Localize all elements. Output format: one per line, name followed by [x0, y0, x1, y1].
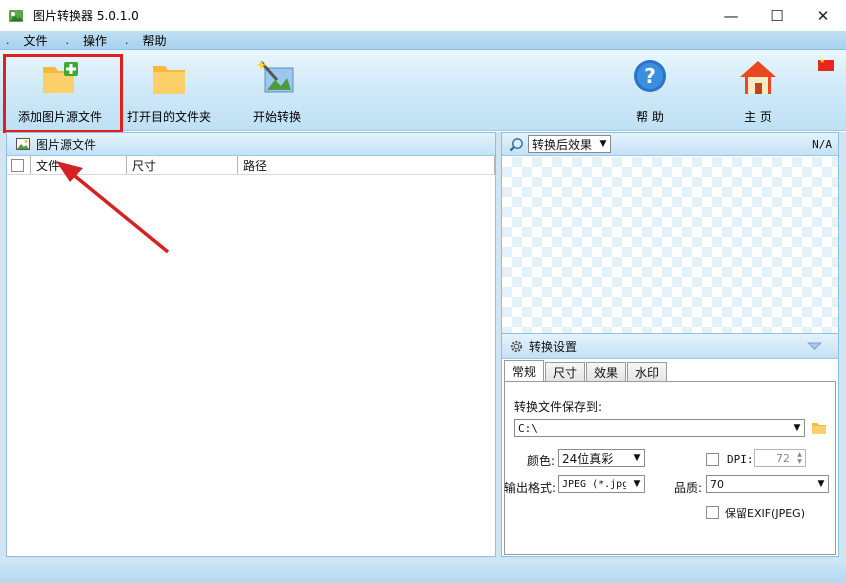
dpi-label: DPI: — [727, 453, 754, 466]
format-label: 输出格式: — [504, 481, 557, 495]
save-to-label: 转换文件保存到: — [514, 400, 603, 414]
preview-mode-select[interactable]: 转换后效果 ▼ — [528, 135, 612, 153]
home-icon — [740, 61, 776, 94]
tab-watermark[interactable]: 水印 — [627, 362, 668, 381]
preview-status: N/A — [812, 137, 832, 151]
zoom-icon — [509, 137, 523, 151]
general-tab-content: 转换文件保存到: C:\ ▼ 颜色: 24位真彩 ▼ DPI: 72 ▲ ▼ 输出… — [504, 381, 836, 555]
keep-exif-label: 保留EXIF(JPEG) — [725, 507, 805, 520]
window-title: 图片转换器 5.0.1.0 — [33, 9, 139, 23]
source-files-panel: 图片源文件 文件 尺寸 路径 — [6, 132, 496, 557]
toolbar: 添加图片源文件 打开目的文件夹 开始转换 ? 帮 助 主 页 — [0, 50, 846, 131]
column-file[interactable]: 文件 — [31, 156, 127, 174]
select-all-cell — [7, 156, 31, 174]
chevron-down-icon: ▼ — [633, 453, 641, 463]
preview-mode-value: 转换后效果 — [532, 137, 593, 152]
language-flag-icon[interactable] — [818, 57, 834, 71]
preview-canvas — [502, 157, 838, 333]
svg-text:?: ? — [644, 64, 656, 88]
chevron-down-icon: ▼ — [599, 139, 607, 149]
collapse-chevron-icon[interactable] — [807, 341, 822, 351]
dpi-value: 72 — [776, 451, 790, 465]
keep-exif-checkbox[interactable] — [706, 506, 719, 519]
folder-icon — [153, 66, 185, 94]
add-source-highlight-box — [3, 54, 123, 133]
save-path-value: C:\ — [518, 421, 538, 435]
magic-wand-icon — [257, 60, 294, 93]
dpi-stepper[interactable]: 72 ▲ ▼ — [754, 449, 806, 467]
preview-panel-header: 转换后效果 ▼ N/A — [502, 133, 838, 156]
save-path-select[interactable]: C:\ ▼ — [514, 419, 805, 437]
tab-effect[interactable]: 效果 — [586, 362, 627, 381]
status-bar — [0, 563, 846, 583]
home-button[interactable]: 主 页 — [738, 58, 778, 125]
quality-value: 70 — [710, 477, 724, 491]
column-path[interactable]: 路径 — [238, 156, 495, 174]
settings-tabs: 常规 尺寸 效果 水印 — [504, 360, 668, 381]
gear-icon — [510, 340, 523, 352]
chevron-down-icon: ▼ — [793, 423, 801, 433]
chevron-down-icon: ▼ — [817, 479, 825, 489]
format-value: JPEG (*.jpg — [562, 478, 626, 490]
menu-operation[interactable]: 操作 — [83, 32, 107, 49]
dpi-checkbox[interactable] — [706, 453, 719, 466]
format-select[interactable]: JPEG (*.jpg ▼ — [558, 475, 645, 493]
color-label: 颜色: — [527, 454, 556, 468]
select-all-checkbox[interactable] — [11, 158, 24, 172]
source-panel-header: 图片源文件 — [7, 133, 495, 156]
minimize-button[interactable]: — — [708, 0, 754, 31]
stepper-arrows-icon: ▲ ▼ — [797, 451, 802, 465]
image-icon — [16, 138, 30, 150]
menu-help[interactable]: 帮助 — [143, 32, 167, 49]
tab-general[interactable]: 常规 — [504, 360, 545, 381]
settings-panel: 转换设置 常规 尺寸 效果 水印 转换文件保存到: C:\ ▼ 颜色: 24位真… — [501, 333, 839, 557]
start-convert-label: 开始转换 — [253, 110, 302, 124]
quality-label: 品质: — [674, 481, 703, 495]
home-label: 主 页 — [744, 110, 772, 124]
help-icon: ? — [634, 60, 666, 92]
file-table-header: 文件 尺寸 路径 — [7, 156, 495, 175]
title-bar: 图片转换器 5.0.1.0 — ☐ ✕ — [0, 0, 846, 31]
color-select[interactable]: 24位真彩 ▼ — [558, 449, 645, 467]
help-label: 帮 助 — [636, 110, 664, 124]
settings-panel-title: 转换设置 — [529, 339, 578, 354]
menu-bar: . 文件 . 操作 . 帮助 — [0, 31, 846, 50]
preview-panel: 转换后效果 ▼ N/A — [501, 132, 839, 333]
column-size[interactable]: 尺寸 — [127, 156, 238, 174]
open-dest-button[interactable]: 打开目的文件夹 — [127, 58, 211, 125]
settings-panel-header[interactable]: 转换设置 — [502, 334, 838, 359]
tab-size[interactable]: 尺寸 — [545, 362, 586, 381]
help-button[interactable]: ? 帮 助 — [630, 58, 670, 125]
menu-file[interactable]: 文件 — [24, 32, 48, 49]
quality-select[interactable]: 70 ▼ — [706, 475, 829, 493]
start-convert-button[interactable]: 开始转换 — [253, 58, 301, 125]
file-list[interactable] — [7, 175, 495, 555]
app-icon — [9, 9, 23, 22]
color-value: 24位真彩 — [562, 451, 614, 466]
source-panel-title: 图片源文件 — [36, 137, 97, 152]
browse-folder-icon[interactable] — [811, 421, 827, 435]
chevron-down-icon: ▼ — [633, 479, 641, 489]
close-button[interactable]: ✕ — [800, 0, 846, 31]
maximize-button[interactable]: ☐ — [754, 0, 800, 31]
open-dest-label: 打开目的文件夹 — [127, 110, 212, 124]
